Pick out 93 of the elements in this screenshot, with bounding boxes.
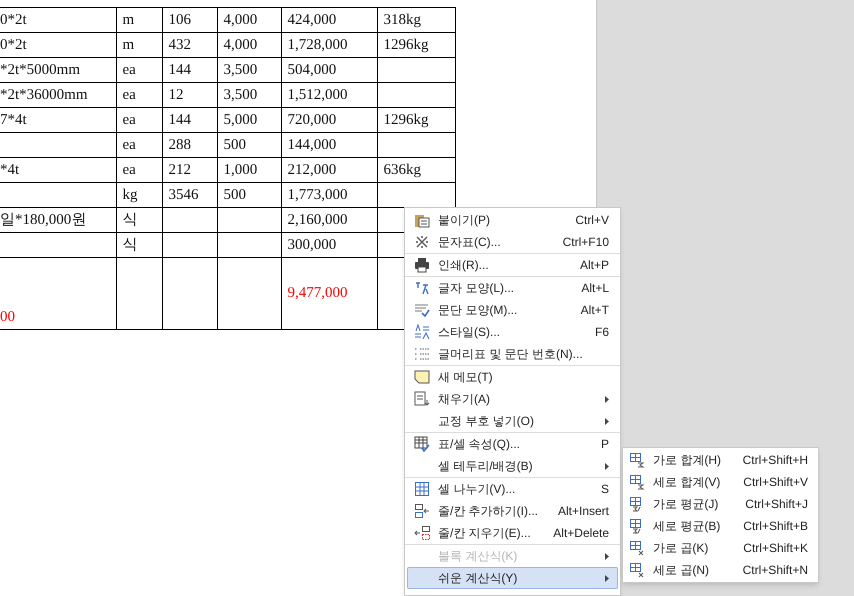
table-cell-text: 212,000 [288,160,338,180]
submenu-arrow-icon [605,574,609,582]
printer-icon [414,257,430,273]
menu-item[interactable]: 인쇄(R)... Alt+P [407,254,618,276]
menu-item[interactable]: 글머리표 및 문단 번호(N)... [407,343,618,365]
table-cell-text: 9,477,000 [288,284,348,303]
table-formula-icon [629,562,645,578]
table-cell-text: 1296kg [384,36,430,54]
menu-item[interactable]: 붙이기(P) Ctrl+V [407,209,618,231]
submenu-arrow-icon [605,462,609,470]
menu-item[interactable]: 세로 합계(V) Ctrl+Shift+V [623,471,818,493]
menu-item[interactable]: 표/셀 속성(Q)... P [407,433,618,455]
menu-item[interactable]: 셀 나누기(V)... S [407,478,618,500]
table-cell-text: *2t*5000mm [0,61,82,80]
menu-item[interactable]: 줄/칸 지우기(E)... Alt+Delete [407,522,618,544]
table-cell-text: 1,773,000 [288,186,348,204]
menu-item[interactable]: 교정 부호 넣기(O) [407,410,618,432]
clipboard-icon [414,212,430,228]
table-cell-text: 0*2t [0,11,28,30]
table-cell-text: 0*2t [0,36,28,55]
table-cell-text: 3546 [168,186,200,204]
table-cell-text: 7*4t [0,111,28,130]
table-cell-text: ea [122,160,137,180]
table-cell-text: ea [122,110,137,130]
submenu-arrow-icon [605,418,609,424]
submenu-arrow-icon [605,396,609,402]
menu-item[interactable]: 셀 테두리/배경(B) [407,455,618,477]
menu-item[interactable]: 새 메모(T) [407,366,618,388]
table-cell-text: 212 [168,160,192,180]
table-cell-text: 500 [224,136,247,154]
table-cell-text: 144 [168,110,192,130]
table-cell-text: 2,160,000 [288,210,348,230]
table-cell-text: 00 [0,308,16,327]
table-cell-text: 144,000 [288,136,338,154]
menu-item[interactable]: 세로 평균(B) Ctrl+Shift+B [623,515,818,537]
table-cell-text: kg [122,186,138,204]
font-icon [414,280,430,296]
table-cell-text: 일*180,000원 [0,211,88,230]
table-cell-text: 504,000 [288,60,338,80]
table-cell-text: 144 [168,60,192,80]
menu-item[interactable]: 가로 평균(J) Ctrl+Shift+J [623,493,818,515]
table-cell-text: 식 [122,236,138,254]
table-cell-text: 1,512,000 [288,86,348,104]
menu-item[interactable]: 가로 곱(K) Ctrl+Shift+K [623,537,818,559]
table-cell-text: 3,500 [224,86,258,104]
table-cell-text: 500 [224,186,247,204]
menu-item[interactable]: 문단 모양(M)... Alt+T [407,299,618,321]
delete-row-icon [414,525,430,541]
menu-item[interactable]: 가로 합계(H) Ctrl+Shift+H [623,449,818,471]
table-check-icon [414,436,430,452]
menu-item[interactable]: 스타일(S)... F6 [407,321,618,343]
table-cell-text: 432 [168,36,192,54]
table-formula-icon [629,540,645,556]
table-cell-text: 318kg [384,10,422,30]
table-cell-text: 288 [168,136,192,154]
fill-icon [414,391,430,407]
table-formula-icon [629,474,645,490]
table-cell-text: 636kg [384,160,422,180]
menu-item[interactable]: 글자 모양(L)... Alt+L [407,277,618,299]
table-cell-text: 1296kg [384,110,430,130]
table-cell-text: 106 [168,10,192,30]
table-cell-text: 4,000 [224,10,258,30]
table-grid-icon [414,481,430,497]
table-formula-icon [629,452,645,468]
menu-item[interactable]: 문자표(C)... Ctrl+F10 [407,231,618,253]
table-cell-text: *4t [0,161,20,180]
style-icon [414,324,430,340]
table-cell-text: 1,000 [224,160,258,180]
menu-item[interactable]: 쉬운 계산식(Y) [407,567,618,589]
table-cell-text: 식 [122,210,138,230]
table-cell-text: ea [122,60,137,80]
table-cell-text: 300,000 [288,236,338,254]
table-cell-text: 1,728,000 [288,36,348,54]
table-cell-text: 12 [168,86,184,104]
paragraph-check-icon [414,302,430,318]
menu-item[interactable]: 줄/칸 추가하기(I)... Alt+Insert [407,500,618,522]
submenu-arrow-icon [605,552,609,560]
insert-row-icon [414,503,430,519]
table-cell-text: 720,000 [288,110,338,130]
table-cell-text: 3,500 [224,60,258,80]
table-cell-text: ea [122,86,137,104]
table-cell-text: ea [122,136,137,154]
table-cell-text: 4,000 [224,36,258,54]
memo-icon [414,369,430,385]
reference-mark-icon [414,234,430,250]
table-cell-text: m [122,10,136,30]
menu-item[interactable]: 세로 곱(N) Ctrl+Shift+N [623,559,818,581]
menu-item[interactable]: 채우기(A) [407,388,618,410]
table-cell-text: 424,000 [288,10,338,30]
table-cell-text: 5,000 [224,110,258,130]
table-cell-text: *2t*36000mm [0,86,89,105]
table-cell-text: m [122,36,136,54]
numbered-list-icon [414,346,430,362]
